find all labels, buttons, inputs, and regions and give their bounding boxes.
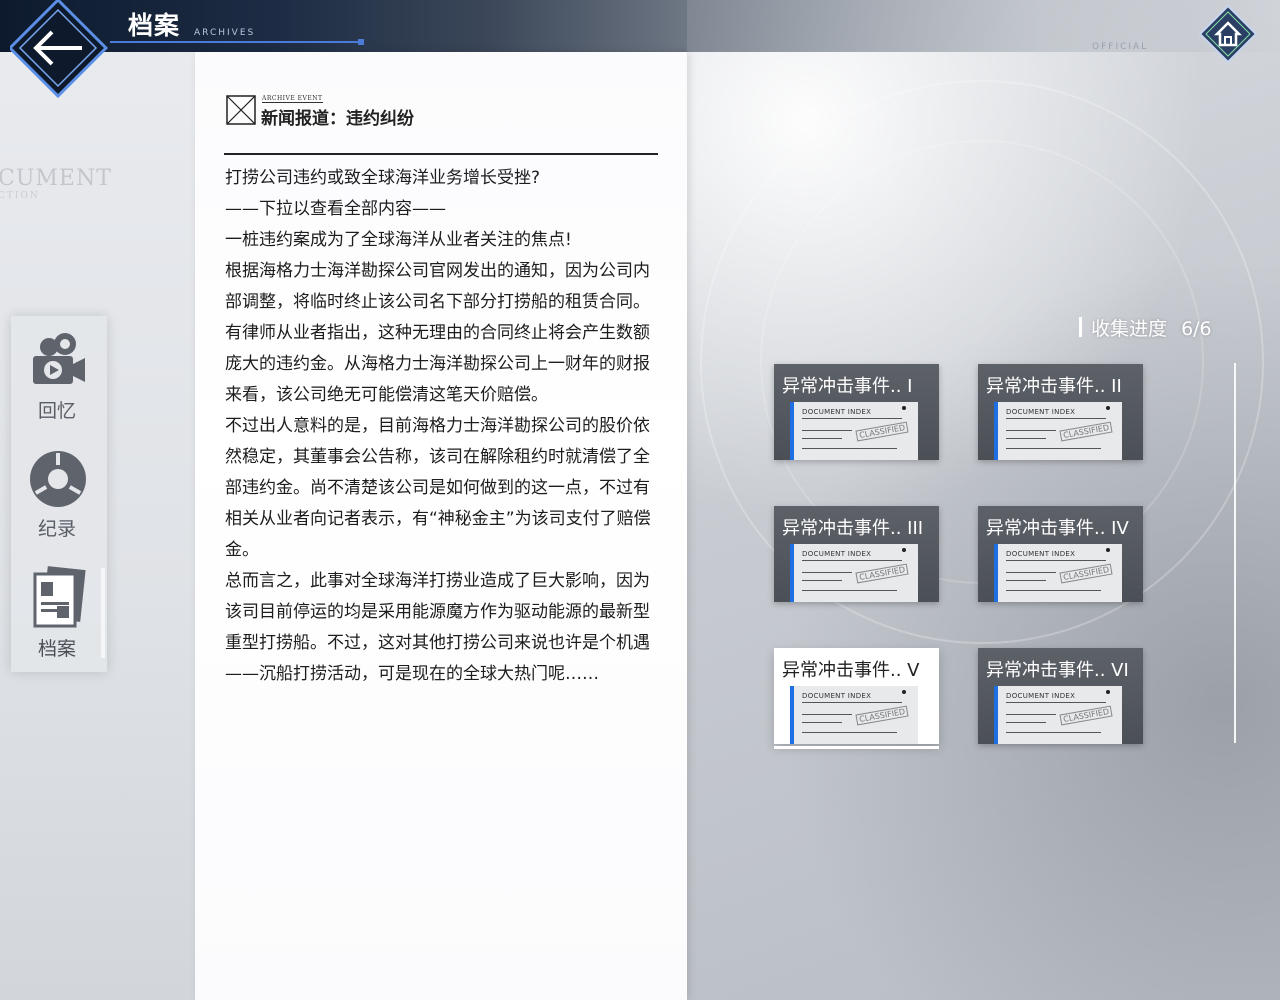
classified-stamp: CLASSIFIED xyxy=(1059,705,1113,726)
classified-stamp: CLASSIFIED xyxy=(1059,563,1113,584)
classified-stamp: CLASSIFIED xyxy=(855,421,909,442)
scrollbar[interactable] xyxy=(1234,363,1236,743)
document-title: 新闻报道：违约纠纷 xyxy=(261,109,414,129)
back-button[interactable] xyxy=(7,0,110,99)
archive-card-title: 异常冲击事件.. IV xyxy=(986,518,1129,539)
document-thumbnail: DOCUMENT INDEX CLASSIFIED xyxy=(994,686,1122,744)
collection-progress-value: 6/6 xyxy=(1181,318,1212,340)
document-thumbnail: DOCUMENT INDEX CLASSIFIED xyxy=(790,686,918,744)
pin-icon xyxy=(1106,406,1110,410)
document-paragraph: 总而言之，此事对全球海洋打捞业造成了巨大影响，因为该司目前停运的均是采用能源魔方… xyxy=(225,571,650,684)
thumbnail-line xyxy=(1006,590,1101,591)
document-paragraph: 根据海格力士海洋勘探公司官网发出的通知，因为公司内部调整，将临时终止该公司名下部… xyxy=(225,261,650,405)
pin-icon xyxy=(902,406,906,410)
background-watermark: CUMENT CTION xyxy=(0,166,112,201)
thumbnail-line xyxy=(1006,580,1046,581)
archive-card[interactable]: 异常冲击事件.. VI DOCUMENT INDEX CLASSIFIED xyxy=(978,648,1143,744)
document-thumbnail: DOCUMENT INDEX CLASSIFIED xyxy=(790,544,918,602)
thumbnail-line xyxy=(802,732,897,733)
pin-icon xyxy=(902,548,906,552)
document-thumbnail-header: DOCUMENT INDEX xyxy=(1006,550,1076,558)
document-paragraph: 不过出人意料的是，目前海格力士海洋勘探公司的股价依然稳定，其董事会公告称，该司在… xyxy=(225,416,651,560)
archive-card[interactable]: 异常冲击事件.. I DOCUMENT INDEX CLASSIFIED xyxy=(774,364,939,460)
thumbnail-line xyxy=(1006,418,1106,419)
archive-card[interactable]: 异常冲击事件.. IV DOCUMENT INDEX CLASSIFIED xyxy=(978,506,1143,602)
thumbnail-line xyxy=(802,560,902,561)
archive-card-title: 异常冲击事件.. II xyxy=(986,376,1122,397)
official-watermark: OFFICIAL xyxy=(1092,42,1149,52)
title-underline xyxy=(110,41,362,43)
sidebar: 回忆 纪录 档案 xyxy=(11,316,107,672)
document-divider xyxy=(224,153,658,155)
back-arrow-icon xyxy=(7,0,109,99)
thumbnail-line xyxy=(1006,430,1056,431)
thumbnail-line xyxy=(1006,572,1056,573)
document-thumbnail: DOCUMENT INDEX CLASSIFIED xyxy=(790,402,918,460)
document-thumbnail-header: DOCUMENT INDEX xyxy=(1006,692,1076,700)
sidebar-item-label: 纪录 xyxy=(37,518,76,540)
thumbnail-line xyxy=(1006,560,1106,561)
document-thumbnail: DOCUMENT INDEX CLASSIFIED xyxy=(994,544,1122,602)
sidebar-item-records[interactable]: 纪录 xyxy=(11,444,107,554)
thumbnail-line xyxy=(802,572,852,573)
document-body[interactable]: 打捞公司违约或致全球海洋业务增长受挫? ——下拉以查看全部内容—— 一桩违约案成… xyxy=(225,163,661,690)
document-thumbnail-header: DOCUMENT INDEX xyxy=(802,408,872,416)
sidebar-active-indicator xyxy=(101,568,105,658)
archive-card[interactable]: 异常冲击事件.. II DOCUMENT INDEX CLASSIFIED xyxy=(978,364,1143,460)
thumbnail-line xyxy=(802,580,842,581)
record-icon xyxy=(30,451,86,507)
thumbnail-line xyxy=(802,702,902,703)
document-thumbnail-header: DOCUMENT INDEX xyxy=(802,550,872,558)
thumbnail-line xyxy=(1006,732,1101,733)
thumbnail-line xyxy=(1006,714,1056,715)
envelope-icon xyxy=(226,95,256,125)
thumbnail-line xyxy=(802,590,897,591)
archive-card-title: 异常冲击事件.. VI xyxy=(986,660,1129,681)
thumbnail-line xyxy=(802,722,842,723)
pin-icon xyxy=(902,690,906,694)
document-thumbnail-header: DOCUMENT INDEX xyxy=(802,692,872,700)
archive-card-title: 异常冲击事件.. I xyxy=(782,376,913,397)
document-thumbnail-header: DOCUMENT INDEX xyxy=(1006,408,1076,416)
thumbnail-line xyxy=(802,438,842,439)
thumbnail-line xyxy=(802,714,852,715)
classified-stamp: CLASSIFIED xyxy=(855,563,909,584)
sidebar-item-label: 回忆 xyxy=(37,400,76,422)
archive-card[interactable]: 异常冲击事件.. III DOCUMENT INDEX CLASSIFIED xyxy=(774,506,939,602)
sidebar-item-memories[interactable]: 回忆 xyxy=(11,326,107,436)
title-underline-dot xyxy=(358,39,364,45)
archive-card-title: 异常冲击事件.. III xyxy=(782,518,924,539)
document-tag: ARCHIVE EVENT xyxy=(262,95,323,103)
classified-stamp: CLASSIFIED xyxy=(1059,421,1113,442)
selected-card-underline xyxy=(774,746,939,749)
document-thumbnail: DOCUMENT INDEX CLASSIFIED xyxy=(994,402,1122,460)
thumbnail-line xyxy=(802,430,852,431)
home-icon xyxy=(1198,4,1258,64)
sidebar-item-label: 档案 xyxy=(37,638,76,660)
camera-icon xyxy=(33,333,85,384)
pin-icon xyxy=(1106,690,1110,694)
archive-card[interactable]: 异常冲击事件.. V DOCUMENT INDEX CLASSIFIED xyxy=(774,648,939,744)
page-subtitle: ARCHIVES xyxy=(194,28,256,38)
page-title: 档案 xyxy=(128,11,181,40)
classified-stamp: CLASSIFIED xyxy=(855,705,909,726)
archive-card-title: 异常冲击事件.. V xyxy=(782,660,920,681)
pin-icon xyxy=(1106,548,1110,552)
collection-progress-label: 收集进度 xyxy=(1091,318,1168,340)
collection-progress: 收集进度 6/6 xyxy=(1079,314,1212,341)
document-paragraph: 一桩违约案成为了全球海洋从业者关注的焦点! xyxy=(225,230,572,250)
home-button[interactable] xyxy=(1198,4,1258,64)
thumbnail-line xyxy=(1006,438,1046,439)
sidebar-item-archives[interactable]: 档案 xyxy=(11,562,107,672)
header-bar-extension xyxy=(687,0,1280,52)
thumbnail-line xyxy=(802,418,902,419)
thumbnail-line xyxy=(1006,702,1106,703)
thumbnail-line xyxy=(802,448,897,449)
thumbnail-line xyxy=(1006,722,1046,723)
document-paragraph: 打捞公司违约或致全球海洋业务增长受挫? xyxy=(225,168,541,188)
document-paragraph: ——下拉以查看全部内容—— xyxy=(225,199,446,219)
archive-icon xyxy=(33,566,86,628)
thumbnail-line xyxy=(1006,448,1101,449)
